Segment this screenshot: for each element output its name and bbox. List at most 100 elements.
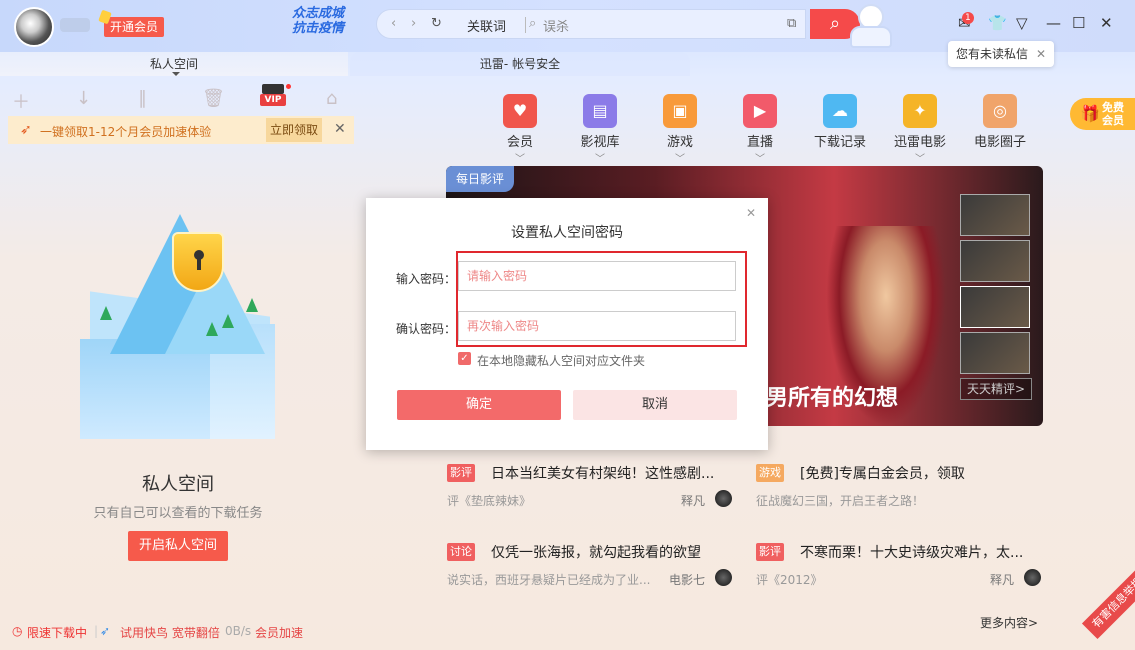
bird-icon: ➶ bbox=[20, 122, 32, 138]
news-item[interactable]: 游戏 [免费]专属白金会员，领取 征战魔幻三国，开启王者之路！ bbox=[756, 464, 1046, 514]
author-avatar bbox=[715, 569, 732, 586]
password-input[interactable] bbox=[458, 261, 736, 291]
maximize-icon[interactable]: ☐ bbox=[1072, 14, 1085, 32]
gift-icon: 🎁 bbox=[1080, 104, 1100, 123]
add-icon[interactable]: ＋ bbox=[12, 88, 30, 114]
vip-accel-link[interactable]: 会员加速 bbox=[255, 624, 303, 641]
news-item[interactable]: 讨论 仅凭一张海报，就勾起我看的欲望 说实话，西班牙悬疑片已经成为了业... 电… bbox=[447, 543, 737, 593]
dialog-close-icon[interactable]: ✕ bbox=[746, 206, 756, 220]
username bbox=[60, 18, 90, 32]
category-xunlei-movie[interactable]: ✦ 迅雷电影 ﹀ bbox=[880, 94, 960, 165]
author-avatar bbox=[715, 490, 732, 507]
pause-icon[interactable]: ∥ bbox=[138, 88, 147, 109]
message-count-badge: 1 bbox=[962, 12, 974, 24]
set-password-dialog: ✕ 设置私人空间密码 输入密码： 确认密码： ✓ 在本地隐藏私人空间对应文件夹 … bbox=[366, 198, 768, 450]
news-title[interactable]: 不寒而栗！十大史诗级灾难片，太... bbox=[800, 542, 1023, 562]
refresh-icon[interactable]: ↻ bbox=[431, 16, 442, 31]
category-movie-circle[interactable]: ◎ 电影圈子 bbox=[960, 94, 1040, 150]
claim-button[interactable]: 立即领取 bbox=[266, 118, 323, 142]
category-movies[interactable]: ▤ 影视库 ﹀ bbox=[560, 94, 640, 165]
more-content-link[interactable]: 更多内容> bbox=[980, 614, 1038, 631]
delete-icon[interactable]: 🗑 bbox=[202, 88, 225, 109]
film-icon: ▤ bbox=[583, 94, 617, 128]
menu-icon[interactable]: ▽ bbox=[1016, 14, 1028, 32]
banner-thumbnail[interactable] bbox=[960, 240, 1030, 282]
free-vip-button[interactable]: 🎁 免费 会员 bbox=[1070, 98, 1135, 130]
download-speed: 0B/s bbox=[225, 624, 252, 638]
news-badge: 影评 bbox=[447, 464, 475, 482]
vip-icon[interactable]: VIP bbox=[260, 84, 291, 108]
category-label: 迅雷电影 bbox=[893, 135, 946, 150]
home-icon[interactable]: ⌂ bbox=[326, 88, 337, 109]
category-nav: ♥ 会员 ﹀ ▤ 影视库 ﹀ ▣ 游戏 ﹀ ▶ 直播 ﹀ ☁ 下载记录 ✦ 迅雷电影 ﹀ ◎ 电影圈子 bbox=[480, 94, 1040, 165]
status-divider: | bbox=[94, 624, 99, 638]
private-space-title: 私人空间 bbox=[142, 474, 214, 495]
daily-review-tag: 每日影评 bbox=[446, 166, 515, 192]
promo-close-icon[interactable]: ✕ bbox=[334, 121, 346, 137]
news-author: 释凡 bbox=[681, 494, 706, 508]
close-icon[interactable]: ✕ bbox=[1100, 14, 1113, 32]
kuainiao-trial-link[interactable]: 试用快鸟 宽带翻倍 bbox=[120, 624, 220, 641]
news-title[interactable]: [免费]专属白金会员，领取 bbox=[800, 463, 965, 483]
skin-icon[interactable]: 👕 bbox=[988, 14, 1007, 32]
author-avatar bbox=[1024, 569, 1041, 586]
news-subtitle: 评《垫底辣妹》 bbox=[447, 494, 532, 508]
hide-folder-checkbox[interactable]: ✓ bbox=[458, 352, 471, 365]
promo-banner: ➶ 一键领取1-12个月会员加速体验 立即领取 ✕ bbox=[8, 116, 354, 144]
more-reviews-link[interactable]: 天天精评> bbox=[960, 378, 1032, 400]
chevron-down-icon: ﹀ bbox=[515, 154, 525, 165]
open-vip-button[interactable]: 开通会员 bbox=[98, 9, 165, 37]
cancel-button[interactable]: 取消 bbox=[573, 390, 737, 420]
clipboard-icon[interactable]: ⧉ bbox=[787, 16, 796, 31]
lock-shield-icon bbox=[172, 232, 224, 292]
search-icon: ⌕ bbox=[829, 13, 841, 34]
category-games[interactable]: ▣ 游戏 ﹀ bbox=[640, 94, 720, 165]
forward-icon[interactable]: › bbox=[411, 16, 416, 31]
status-bar: ◷ 限速下载中 | ➶ 试用快鸟 宽带翻倍 0B/s 会员加速 bbox=[0, 620, 380, 642]
news-badge: 影评 bbox=[756, 543, 784, 561]
news-badge: 游戏 bbox=[756, 464, 784, 482]
window-controls: ✉ 👕 ▽ — ☐ ✕ bbox=[950, 14, 1130, 36]
confirm-password-input[interactable] bbox=[458, 311, 736, 341]
category-label: 会员 bbox=[506, 135, 533, 150]
banner-thumbnail[interactable] bbox=[960, 332, 1030, 374]
speed-limit-status[interactable]: 限速下载中 bbox=[27, 624, 87, 641]
kuainiao-icon: ➶ bbox=[100, 624, 111, 638]
chevron-down-icon: ﹀ bbox=[755, 154, 765, 165]
address-divider bbox=[525, 17, 526, 33]
tab-label: 私人空间 bbox=[149, 57, 198, 71]
open-private-space-button[interactable]: 开启私人空间 bbox=[128, 531, 228, 561]
private-space-subtitle: 只有自己可以查看的下载任务 bbox=[93, 506, 263, 521]
slogan-line1: 众志成城 bbox=[292, 6, 345, 21]
speed-limit-icon: ◷ bbox=[12, 624, 23, 638]
banner-thumbnail[interactable] bbox=[960, 286, 1030, 328]
news-item[interactable]: 影评 不寒而栗！十大史诗级灾难片，太... 评《2012》 释凡 bbox=[756, 543, 1046, 593]
back-icon[interactable]: ‹ bbox=[391, 16, 396, 31]
news-subtitle: 说实话，西班牙悬疑片已经成为了业... bbox=[447, 573, 651, 587]
tab-private-space[interactable]: 私人空间 bbox=[0, 52, 348, 76]
tv-play-icon: ▶ bbox=[743, 94, 777, 128]
download-icon[interactable]: ↓ bbox=[76, 88, 91, 109]
category-live[interactable]: ▶ 直播 ﹀ bbox=[720, 94, 800, 165]
password-label: 输入密码： bbox=[396, 272, 457, 286]
slogan-line2: 抗击疫情 bbox=[292, 21, 345, 36]
news-author: 电影七 bbox=[669, 573, 706, 587]
chevron-down-icon: ﹀ bbox=[675, 154, 685, 165]
news-title[interactable]: 仅凭一张海报，就勾起我看的欲望 bbox=[491, 542, 701, 562]
hide-folder-label[interactable]: 在本地隐藏私人空间对应文件夹 bbox=[477, 352, 645, 369]
avatar[interactable] bbox=[14, 7, 54, 47]
address-bar[interactable]: ‹ › ↻ 关联词 ⌕ 误杀 ⧉ bbox=[376, 9, 806, 39]
confirm-password-label: 确认密码： bbox=[396, 322, 457, 336]
banner-thumbnail[interactable] bbox=[960, 194, 1030, 236]
confirm-button[interactable]: 确定 bbox=[397, 390, 561, 420]
address-input[interactable]: 误杀 bbox=[543, 16, 569, 35]
address-label: 关联词 bbox=[467, 20, 507, 35]
minimize-icon[interactable]: — bbox=[1046, 14, 1061, 32]
category-download-history[interactable]: ☁ 下载记录 bbox=[800, 94, 880, 150]
promo-text: 一键领取1-12个月会员加速体验 bbox=[40, 125, 212, 139]
category-vip[interactable]: ♥ 会员 ﹀ bbox=[480, 94, 560, 165]
category-label: 影视库 bbox=[580, 135, 620, 150]
news-title[interactable]: 日本当红美女有村架纯！这性感剧... bbox=[491, 463, 714, 483]
tab-account-security[interactable]: 迅雷- 帐号安全 bbox=[350, 52, 690, 76]
news-item[interactable]: 影评 日本当红美女有村架纯！这性感剧... 评《垫底辣妹》 释凡 bbox=[447, 464, 737, 514]
